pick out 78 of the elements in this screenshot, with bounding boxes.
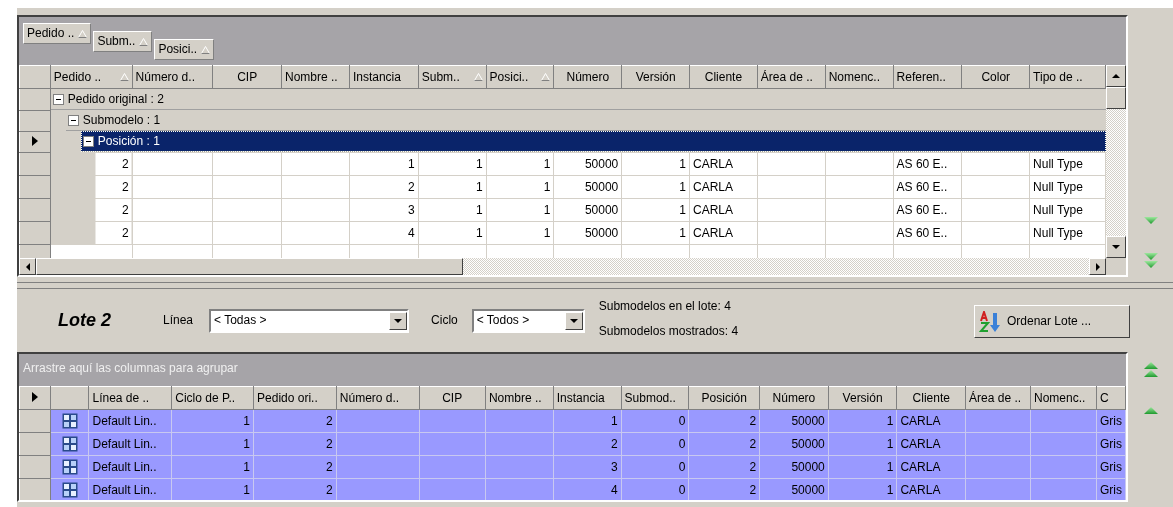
grid-icon <box>61 459 78 475</box>
column-header[interactable]: Cliente <box>689 65 758 89</box>
scroll-down-button[interactable] <box>1106 236 1126 258</box>
column-header[interactable]: Versión <box>621 65 690 89</box>
cycle-select[interactable]: < Todos > <box>471 308 585 333</box>
table-cell <box>212 152 282 176</box>
column-header[interactable]: Instancia <box>349 65 419 89</box>
column-header[interactable]: Línea de .. <box>88 386 172 410</box>
column-header[interactable]: Submod.. <box>621 386 689 410</box>
batch-title: Lote 2 <box>58 309 111 332</box>
column-header[interactable]: Número d.. <box>132 65 213 89</box>
column-header[interactable]: Número <box>759 386 829 410</box>
info-text: Submodelos en el lote: 4 <box>598 298 732 315</box>
column-header[interactable]: Número <box>553 65 622 89</box>
group-row[interactable]: Posición : 1 <box>80 131 1106 152</box>
collapse-icon[interactable] <box>67 114 79 126</box>
column-header[interactable]: Tipo de .. <box>1029 65 1106 89</box>
field-label: Ciclo <box>431 313 458 328</box>
current-row-icon <box>31 391 38 402</box>
column-header[interactable]: Referen.. <box>893 65 962 89</box>
column-header[interactable]: Instancia <box>553 386 622 410</box>
column-header[interactable]: Número d.. <box>336 386 420 410</box>
scrollbar-thumb[interactable] <box>1106 87 1126 109</box>
scroll-right-button[interactable] <box>1089 258 1106 275</box>
table-cell: 1 <box>349 152 419 176</box>
arrow-up-icon[interactable] <box>1142 406 1159 416</box>
column-header[interactable]: Versión <box>828 386 897 410</box>
scroll-left-button[interactable] <box>19 258 36 275</box>
line-select[interactable]: < Todas > <box>209 308 410 333</box>
column-header[interactable]: C <box>1096 386 1126 410</box>
sort-icon <box>979 310 1001 333</box>
group-by-chip[interactable]: Subm.. <box>93 31 153 52</box>
scroll-up-button[interactable] <box>1106 65 1126 87</box>
splitter[interactable] <box>17 282 1173 289</box>
table-cell: AS 60 E.. <box>893 152 962 176</box>
collapse-icon[interactable] <box>82 135 94 147</box>
column-header[interactable]: Color <box>961 65 1030 89</box>
column-header[interactable]: Nombre .. <box>485 386 554 410</box>
column-header[interactable]: Nomenc.. <box>1030 386 1097 410</box>
column-header[interactable]: Subm.. <box>418 65 487 89</box>
table-cell <box>961 152 1030 176</box>
double-arrow-up-icon[interactable] <box>1142 361 1159 378</box>
column-header[interactable]: Posición <box>688 386 760 410</box>
column-header[interactable]: Cliente <box>896 386 966 410</box>
info-text: Submodelos mostrados: 4 <box>598 323 739 340</box>
column-header[interactable]: Área de .. <box>965 386 1031 410</box>
column-header[interactable] <box>50 386 89 410</box>
table-cell: 2 <box>50 152 133 176</box>
field-label: Línea <box>163 313 194 328</box>
column-header[interactable]: Pedido ori.. <box>253 386 337 410</box>
table-cell: Null Type <box>1029 152 1106 176</box>
sort-batch-button[interactable]: Ordenar Lote ... <box>974 305 1130 338</box>
table-cell <box>757 152 826 176</box>
row-header[interactable] <box>19 131 51 153</box>
grid-icon <box>61 413 78 429</box>
collapse-icon[interactable] <box>52 93 64 105</box>
column-header[interactable]: CIP <box>419 386 486 410</box>
scrollbar-thumb[interactable] <box>36 258 463 275</box>
table-cell: CARLA <box>689 152 758 176</box>
column-header[interactable]: Ciclo de P.. <box>171 386 254 410</box>
current-row-icon <box>31 135 38 146</box>
column-header[interactable]: CIP <box>212 65 282 89</box>
table-cell: 1 <box>418 152 487 176</box>
group-by-chip[interactable]: Pedido .. <box>23 23 92 44</box>
column-header[interactable]: Posici.. <box>486 65 554 89</box>
table-cell: 50000 <box>553 152 622 176</box>
column-header[interactable]: Área de .. <box>757 65 826 89</box>
group-by-hint: Arrastre aquí las columnas para agrupar <box>23 361 238 376</box>
table-cell: 1 <box>486 152 554 176</box>
column-header[interactable]: Pedido .. <box>50 65 133 89</box>
grid-icon <box>61 436 78 452</box>
table-cell: 1 <box>621 152 690 176</box>
group-by-chip[interactable]: Posici.. <box>154 39 215 60</box>
table-cell <box>281 152 350 176</box>
column-header[interactable]: Nomenc.. <box>825 65 894 89</box>
grid-icon <box>61 482 78 498</box>
column-header[interactable]: Nombre .. <box>281 65 350 89</box>
table-cell <box>825 152 894 176</box>
